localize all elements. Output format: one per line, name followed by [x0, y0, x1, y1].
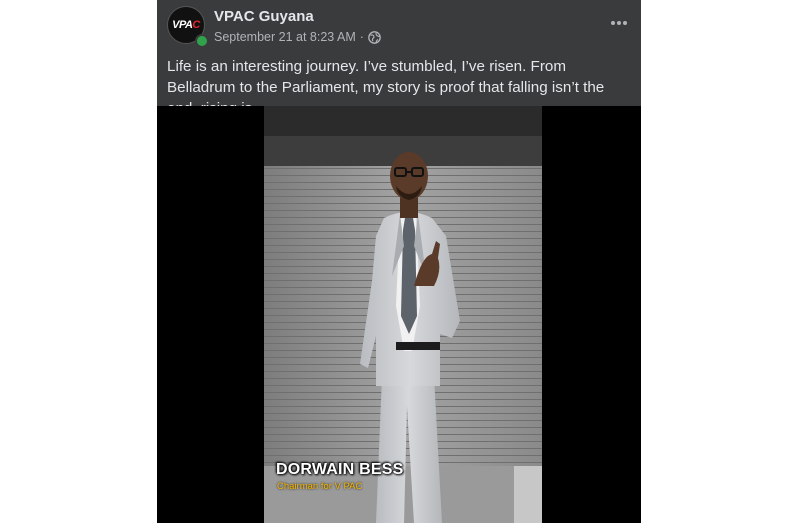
post-video[interactable]: DORWAIN BESS Chairman for V PAC — [157, 106, 641, 523]
page-name-link[interactable]: VPAC Guyana — [214, 8, 314, 25]
more-options-icon — [610, 13, 628, 31]
meta-separator: · — [359, 30, 364, 44]
avatar-logo: VPAC — [172, 19, 200, 31]
post-header: VPAC VPAC Guyana September 21 at 8:23 AM… — [157, 0, 641, 52]
video-frame: DORWAIN BESS Chairman for V PAC — [264, 106, 542, 523]
post-meta: September 21 at 8:23 AM · — [214, 30, 381, 44]
globe-icon[interactable] — [368, 30, 381, 44]
avatar-logo-accent: C — [192, 19, 200, 31]
video-overlay-title: Chairman for V PAC — [277, 481, 363, 492]
video-overlay-name: DORWAIN BESS — [276, 461, 404, 478]
more-options-button[interactable] — [607, 12, 631, 32]
post-timestamp[interactable]: September 21 at 8:23 AM — [214, 30, 356, 44]
online-status-dot — [195, 34, 209, 48]
avatar-logo-main: VPA — [172, 19, 193, 31]
facebook-post: VPAC VPAC Guyana September 21 at 8:23 AM… — [157, 0, 641, 523]
